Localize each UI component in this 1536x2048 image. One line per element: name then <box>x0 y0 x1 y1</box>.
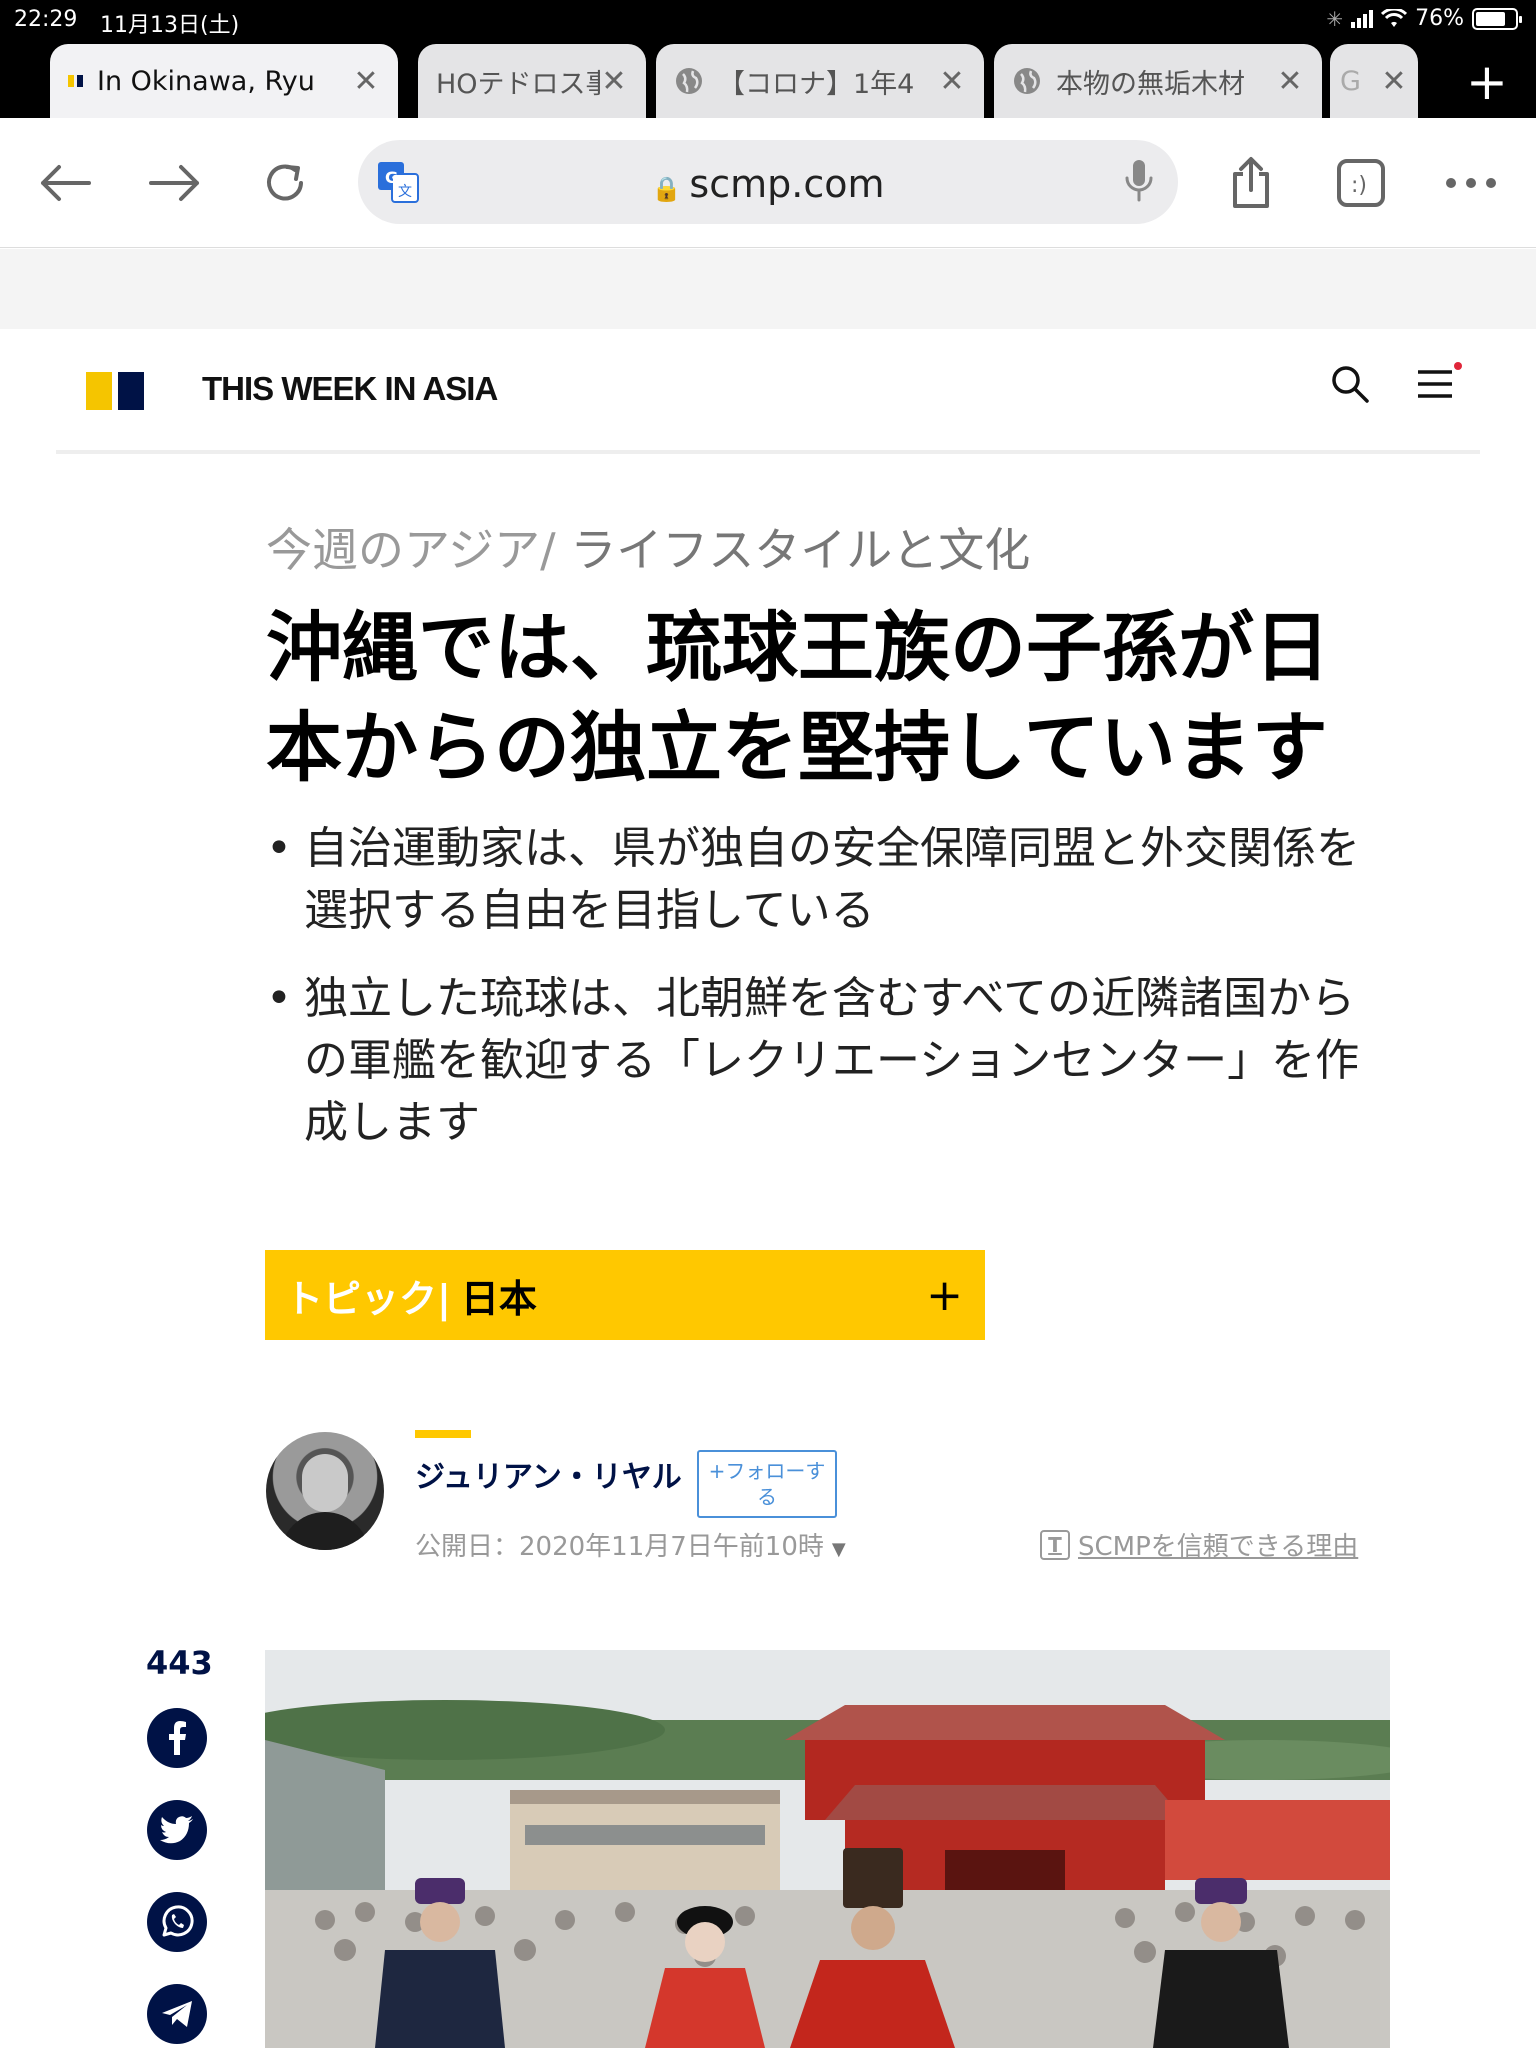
trust-link-text: SCMPを信頼できる理由 <box>1078 1532 1359 1562</box>
ad-placeholder <box>0 249 1536 329</box>
author-avatar[interactable] <box>266 1432 384 1550</box>
close-tab-icon[interactable]: ✕ <box>938 64 966 99</box>
plus-icon[interactable]: + <box>926 1270 963 1321</box>
signal-icon <box>1351 9 1374 28</box>
scmp-favicon-icon <box>68 75 83 87</box>
follow-author-button[interactable]: +フォローする <box>697 1450 837 1518</box>
article-headline: 沖縄では、琉球王族の子孫が日本からの独立を堅持しています <box>266 603 1330 792</box>
battery-icon <box>1472 7 1522 30</box>
share-icon <box>1233 157 1269 208</box>
loading-icon: ✳ <box>1326 6 1344 31</box>
new-tab-button[interactable]: + <box>1452 50 1522 114</box>
twitter-icon <box>160 1816 193 1844</box>
author-name[interactable]: ジュリアン・リヤル <box>415 1452 682 1496</box>
microphone-icon[interactable] <box>1122 158 1156 208</box>
reload-icon <box>267 164 303 201</box>
tab-google[interactable]: G ✕ <box>1330 44 1418 118</box>
publish-date-text: 公開日：2020年11月7日午前10時 <box>415 1532 824 1562</box>
battery-percent: 76% <box>1415 6 1464 31</box>
tab-label: HOテドロス事 <box>436 68 600 100</box>
lock-icon: 🔒 <box>651 175 682 203</box>
smiley-extension-icon: :) <box>1337 159 1385 207</box>
whatsapp-share-button[interactable] <box>147 1892 207 1952</box>
site-header: THIS WEEK IN ASIA <box>56 330 1480 454</box>
summary-bullet: 自治運動家は、県が独自の安全保障同盟と外交関係を選択する自由を目指している <box>266 818 1396 942</box>
notification-dot <box>1454 362 1462 370</box>
menu-button[interactable] <box>1416 362 1462 404</box>
site-name[interactable]: THIS WEEK IN ASIA <box>202 370 498 408</box>
url-text: scmp.com <box>689 162 885 206</box>
status-right: ✳ 76% <box>1326 6 1522 31</box>
tab-label: In Okinawa, Ryu <box>97 65 315 97</box>
tab-okinawa[interactable]: In Okinawa, Ryu ✕ <box>50 44 398 118</box>
tab-corona[interactable]: 【コロナ】1年4 ✕ <box>656 44 984 118</box>
close-tab-icon[interactable]: ✕ <box>1276 64 1304 99</box>
back-button[interactable] <box>30 148 100 218</box>
url-display: 🔒 scmp.com <box>358 162 1178 206</box>
whatsapp-icon <box>162 1905 194 1937</box>
breadcrumb: 今週のアジア/ ライフスタイルと文化 <box>266 514 1030 580</box>
topic-label: トピック| <box>285 1276 451 1321</box>
tab-label: 【コロナ】1年4 <box>718 68 915 100</box>
status-time: 22:29 <box>14 7 78 32</box>
reload-button[interactable] <box>250 148 320 218</box>
author-accent-bar <box>415 1430 471 1438</box>
status-bar: 22:29 11月13日(土) ✳ 76% <box>0 0 1536 40</box>
arrow-left-icon <box>41 165 91 201</box>
telegram-icon <box>162 2001 192 2027</box>
extension-button[interactable]: :) <box>1326 148 1396 218</box>
article-hero-image[interactable] <box>265 1650 1390 2048</box>
more-dots-icon <box>1446 178 1496 188</box>
publish-date[interactable]: 公開日：2020年11月7日午前10時 ▼ <box>415 1526 846 1563</box>
search-button[interactable] <box>1330 364 1370 408</box>
arrow-right-icon <box>149 165 199 201</box>
trust-link[interactable]: T SCMPを信頼できる理由 <box>1040 1526 1358 1563</box>
caret-down-icon: ▼ <box>831 1539 846 1560</box>
facebook-icon <box>169 1721 186 1755</box>
telegram-share-button[interactable] <box>147 1984 207 2044</box>
summary-bullet: 独立した琉球は、北朝鮮を含むすべての近隣諸国からの軍艦を歓迎する「レクリエーショ… <box>266 968 1396 1154</box>
topic-follow-bar[interactable]: トピック| 日本 + <box>265 1250 985 1340</box>
globe-icon <box>1012 66 1042 96</box>
topic-name[interactable]: 日本 <box>461 1268 537 1323</box>
tab-label: G <box>1340 65 1361 97</box>
tab-tedros[interactable]: HOテドロス事 ✕ <box>418 44 646 118</box>
share-count: 443 <box>146 1644 213 1682</box>
close-tab-icon[interactable]: ✕ <box>600 64 628 99</box>
browser-toolbar: G文 🔒 scmp.com :) <box>0 118 1536 248</box>
tab-label: 本物の無垢木材 <box>1056 68 1245 100</box>
tab-bar: In Okinawa, Ryu ✕ HOテドロス事 ✕ 【コロナ】1年4 ✕ 本… <box>0 40 1536 118</box>
tab-wood[interactable]: 本物の無垢木材 ✕ <box>994 44 1322 118</box>
search-icon <box>1332 366 1369 403</box>
globe-icon <box>674 66 704 96</box>
wifi-icon <box>1381 8 1408 27</box>
article-summary: 自治運動家は、県が独自の安全保障同盟と外交関係を選択する自由を目指している 独立… <box>266 818 1396 1180</box>
site-logo[interactable] <box>86 372 144 410</box>
forward-button[interactable] <box>140 148 210 218</box>
more-menu-button[interactable] <box>1436 148 1506 218</box>
status-date: 11月13日(土) <box>100 13 240 38</box>
facebook-share-button[interactable] <box>147 1708 207 1768</box>
share-button[interactable] <box>1216 148 1286 218</box>
close-tab-icon[interactable]: ✕ <box>352 64 380 99</box>
breadcrumb-section[interactable]: 今週のアジア/ <box>266 523 556 577</box>
trust-icon: T <box>1040 1529 1070 1560</box>
svg-text::): :) <box>1351 173 1367 198</box>
hamburger-menu-icon <box>1418 370 1452 398</box>
close-tab-icon[interactable]: ✕ <box>1380 64 1408 99</box>
address-bar[interactable]: G文 🔒 scmp.com <box>358 140 1178 224</box>
breadcrumb-category[interactable]: ライフスタイルと文化 <box>570 523 1030 577</box>
twitter-share-button[interactable] <box>147 1800 207 1860</box>
